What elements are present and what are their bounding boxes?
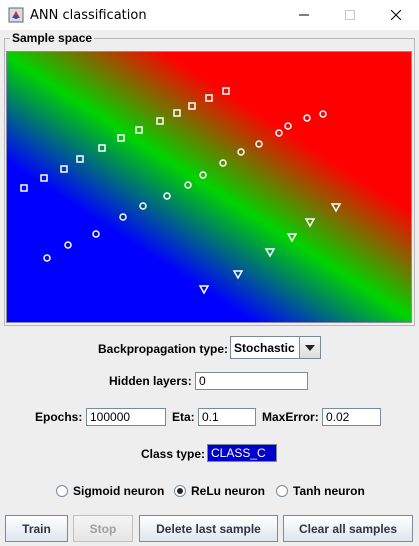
sample-class-b bbox=[275, 129, 283, 137]
hidden-layers-label: Hidden layers: bbox=[109, 374, 192, 388]
sample-space-label: Sample space bbox=[10, 31, 95, 45]
minimize-button[interactable] bbox=[281, 0, 327, 30]
sample-class-b bbox=[284, 122, 292, 130]
eta-label: Eta: bbox=[172, 410, 195, 424]
clear-all-samples-button[interactable]: Clear all samples bbox=[283, 515, 413, 542]
sample-class-a bbox=[76, 155, 84, 163]
chevron-down-icon bbox=[305, 344, 315, 351]
sample-class-a bbox=[40, 174, 48, 182]
sample-class-b bbox=[119, 213, 127, 221]
sigmoid-label: Sigmoid neuron bbox=[73, 484, 165, 498]
sample-class-a bbox=[222, 87, 230, 95]
minimize-icon bbox=[299, 14, 309, 16]
class-type-field[interactable]: CLASS_C bbox=[207, 444, 277, 462]
maximize-icon bbox=[345, 10, 355, 20]
sample-class-a bbox=[173, 109, 181, 117]
title-bar: ANN classification bbox=[0, 0, 419, 30]
sample-class-c bbox=[232, 270, 244, 280]
sample-class-a bbox=[205, 94, 213, 102]
relu-label: ReLu neuron bbox=[191, 484, 265, 498]
sigmoid-radio[interactable]: Sigmoid neuron bbox=[56, 484, 164, 498]
window-title: ANN classification bbox=[30, 8, 147, 23]
sample-class-b bbox=[219, 159, 227, 167]
sample-class-c bbox=[286, 233, 298, 243]
close-button[interactable] bbox=[373, 0, 419, 30]
sigmoid-radio-button[interactable] bbox=[56, 485, 68, 497]
epochs-input[interactable]: 100000 bbox=[86, 408, 166, 426]
train-button[interactable]: Train bbox=[5, 515, 68, 542]
epochs-label: Epochs: bbox=[35, 410, 83, 424]
maximize-button[interactable] bbox=[327, 0, 373, 30]
sample-class-c bbox=[198, 285, 210, 295]
sample-class-b bbox=[184, 181, 192, 189]
tanh-radio[interactable]: Tanh neuron bbox=[276, 484, 365, 498]
sample-class-b bbox=[237, 148, 245, 156]
delete-last-sample-button[interactable]: Delete last sample bbox=[139, 515, 278, 542]
sample-class-b bbox=[319, 110, 327, 118]
sample-class-a bbox=[188, 102, 196, 110]
sample-class-a bbox=[156, 117, 164, 125]
sample-class-a bbox=[20, 184, 28, 192]
sample-class-c bbox=[330, 203, 342, 213]
eta-input[interactable]: 0.1 bbox=[198, 408, 256, 426]
sample-class-b bbox=[43, 254, 51, 262]
sample-class-a bbox=[117, 134, 125, 142]
sample-canvas[interactable] bbox=[6, 51, 412, 323]
hidden-layers-input[interactable]: 0 bbox=[195, 372, 308, 390]
relu-radio-button[interactable] bbox=[174, 485, 186, 497]
sample-class-c bbox=[264, 248, 276, 258]
relu-radio[interactable]: ReLu neuron bbox=[174, 484, 265, 498]
java-app-icon bbox=[8, 7, 24, 23]
sample-class-a bbox=[135, 126, 143, 134]
sample-class-b bbox=[64, 241, 72, 249]
sample-class-b bbox=[139, 202, 147, 210]
close-icon bbox=[391, 10, 401, 20]
backprop-label: Backpropagation type: bbox=[98, 342, 229, 356]
sample-class-c bbox=[304, 218, 316, 228]
sample-class-b bbox=[199, 171, 207, 179]
stop-button[interactable]: Stop bbox=[73, 515, 133, 542]
sample-class-a bbox=[98, 144, 106, 152]
class-type-label: Class type: bbox=[141, 447, 206, 461]
sample-class-b bbox=[163, 192, 171, 200]
backprop-value: Stochastic bbox=[234, 341, 295, 355]
backprop-dropdown-button[interactable] bbox=[299, 337, 320, 358]
backprop-select[interactable]: Stochastic bbox=[230, 336, 321, 359]
max-error-input[interactable]: 0.02 bbox=[322, 408, 381, 426]
sample-class-b bbox=[303, 114, 311, 122]
tanh-label: Tanh neuron bbox=[293, 484, 365, 498]
sample-class-b bbox=[255, 140, 263, 148]
max-error-label: MaxError: bbox=[262, 410, 319, 424]
sample-class-b bbox=[92, 230, 100, 238]
sample-class-a bbox=[60, 165, 68, 173]
samples-plot bbox=[20, 87, 342, 295]
tanh-radio-button[interactable] bbox=[276, 485, 288, 497]
